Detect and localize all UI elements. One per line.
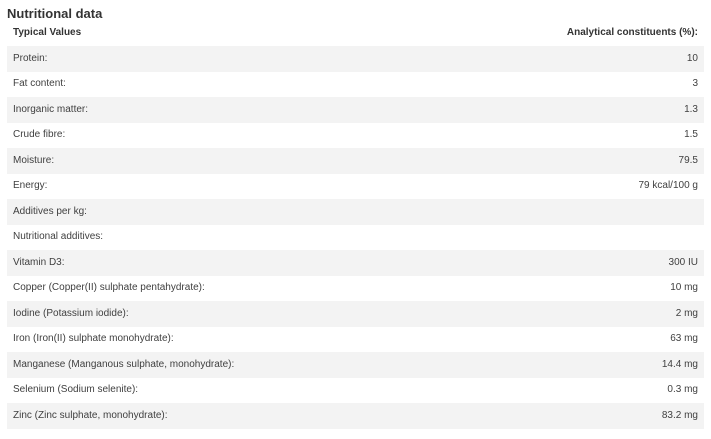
table-row: Crude fibre: 1.5 (7, 122, 704, 148)
table-row: Manganese (Manganous sulphate, monohydra… (7, 352, 704, 378)
table-row: Protein: 10 (7, 46, 704, 72)
table-row: Vitamin D3: 300 IU (7, 250, 704, 276)
row-value: 14.4 mg (661, 358, 698, 370)
row-label: Inorganic matter: (13, 103, 89, 115)
row-value (507, 199, 704, 225)
row-value: 79.5 (678, 154, 698, 166)
row-label: Protein: (13, 52, 48, 64)
header-analytical-constituents: Analytical constituents (%): (566, 27, 698, 38)
row-value: 1.3 (684, 103, 698, 115)
table-row: Iron (Iron(II) sulphate monohydrate): 63… (7, 326, 704, 352)
table-row: Additives per kg: (7, 199, 704, 225)
table-row: Iodine (Potassium iodide): 2 mg (7, 301, 704, 327)
table-row: Energy: 79 kcal/100 g (7, 173, 704, 199)
row-value: 10 mg (670, 282, 698, 294)
table-row: Fat content: 3 (7, 71, 704, 97)
row-value: 83.2 mg (661, 409, 698, 421)
row-value: 2 mg (675, 307, 698, 319)
row-value: 10 (686, 52, 698, 64)
row-label: Iron (Iron(II) sulphate monohydrate): (13, 333, 174, 345)
row-value: 63 mg (670, 333, 698, 345)
row-label: Energy: (13, 180, 48, 192)
row-label: Selenium (Sodium selenite): (13, 384, 139, 396)
row-label: Copper (Copper(II) sulphate pentahydrate… (13, 282, 205, 294)
row-label: Crude fibre: (13, 129, 66, 141)
row-value: 3 (692, 78, 698, 90)
nutrition-table: Typical Values Analytical constituents (… (7, 20, 704, 429)
header-typical-values: Typical Values (13, 27, 82, 38)
table-row: Copper (Copper(II) sulphate pentahydrate… (7, 275, 704, 301)
row-value (507, 225, 704, 251)
row-label: Manganese (Manganous sulphate, monohydra… (13, 358, 235, 370)
row-value: 0.3 mg (667, 384, 698, 396)
row-value: 79 kcal/100 g (638, 180, 699, 192)
table-row: Inorganic matter: 1.3 (7, 97, 704, 123)
row-value: 1.5 (684, 129, 698, 141)
row-label: Nutritional additives: (13, 231, 104, 243)
table-row: Zinc (Zinc sulphate, monohydrate): 83.2 … (7, 403, 704, 429)
row-label: Iodine (Potassium iodide): (13, 307, 129, 319)
row-label: Moisture: (13, 154, 55, 166)
row-label: Vitamin D3: (13, 256, 65, 268)
row-label: Additives per kg: (13, 205, 87, 217)
table-header-row: Typical Values Analytical constituents (… (7, 20, 704, 46)
nutritional-data-section: Nutritional data Typical Values Analytic… (0, 0, 711, 439)
row-label: Zinc (Zinc sulphate, monohydrate): (13, 409, 168, 421)
row-label: Fat content: (13, 78, 66, 90)
table-row: Nutritional additives: (7, 224, 704, 251)
table-row: Selenium (Sodium selenite): 0.3 mg (7, 377, 704, 403)
table-row: Moisture: 79.5 (7, 148, 704, 174)
row-value: 300 IU (668, 256, 698, 268)
